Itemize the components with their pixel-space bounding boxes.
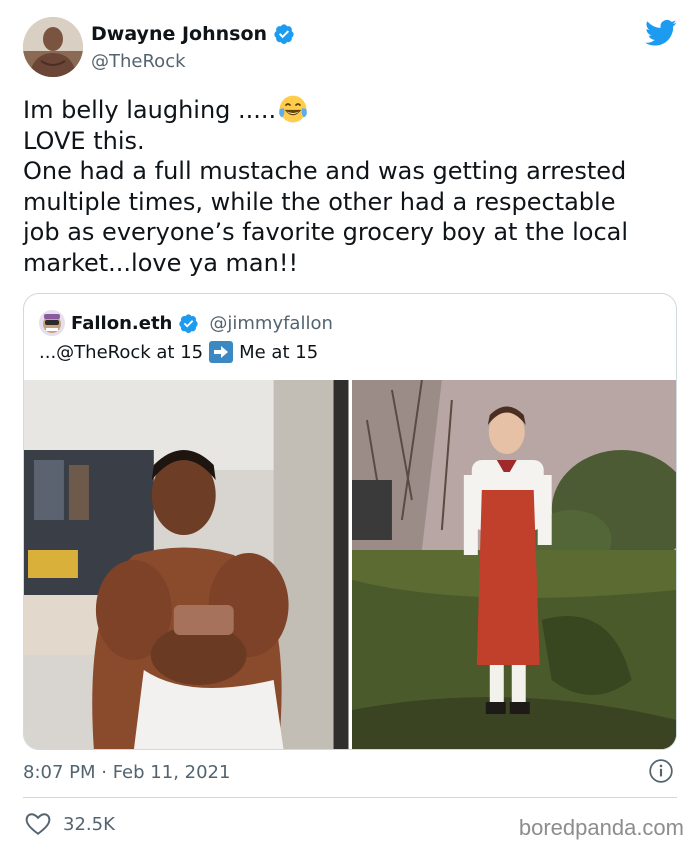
avatar-photo [23,17,83,77]
like-button[interactable]: 32.5K [25,812,115,836]
quoted-author-avatar[interactable] [39,310,65,336]
tweet-line: Im belly laughing ..... [23,94,683,126]
tweet-line-text: Im belly laughing ..... [23,96,277,124]
photo-fallon-at-15[interactable] [351,380,676,749]
verified-badge-icon [274,24,294,44]
author-handle[interactable]: @TheRock [91,51,186,72]
quoted-text-before: ...@TheRock at 15 [39,341,204,363]
tweet-line: job as everyone’s favorite grocery boy a… [23,218,629,246]
photo-fallon-image [351,380,676,749]
ape-avatar-icon [39,310,65,336]
quoted-author-handle[interactable]: @jimmyfallon [209,313,333,334]
photo-therock-at-15[interactable] [24,380,349,749]
author-avatar[interactable] [23,17,83,77]
tweet-line: One had a full mustache and was getting … [23,157,627,185]
quoted-tweet-card[interactable]: Fallon.eth @jimmyfallon ...@TheRock at 1… [23,293,677,750]
tweet-header: Dwayne Johnson @TheRock [23,15,683,81]
twitter-logo-icon[interactable] [645,19,677,47]
info-icon[interactable] [648,758,674,784]
quoted-author-name[interactable]: Fallon.eth [71,313,172,334]
quoted-tweet-header: Fallon.eth @jimmyfallon [39,310,333,336]
tweet-line: LOVE this. [23,126,145,155]
heart-icon[interactable] [25,812,51,836]
photo-therock-image [24,380,349,749]
divider [23,797,677,798]
face-with-tears-of-joy-icon [279,95,307,123]
right-arrow-icon [209,341,234,363]
quoted-tweet-text: ...@TheRock at 15 Me at 15 [39,341,318,363]
tweet-line: market...love ya man!! [23,248,299,277]
tweet-text: Im belly laughing ..... LOVE this. One h… [23,94,683,278]
quoted-text-after: Me at 15 [239,341,319,363]
author-name[interactable]: Dwayne Johnson [91,23,295,45]
like-count: 32.5K [63,813,115,835]
verified-badge-icon [179,313,199,333]
tweet-line: multiple times, while the other had a re… [23,187,616,216]
tweet-timestamp[interactable]: 8:07 PM · Feb 11, 2021 [23,762,230,783]
quoted-tweet-media [24,380,676,749]
watermark: boredpanda.com [518,815,684,840]
author-name-text[interactable]: Dwayne Johnson [91,23,267,45]
